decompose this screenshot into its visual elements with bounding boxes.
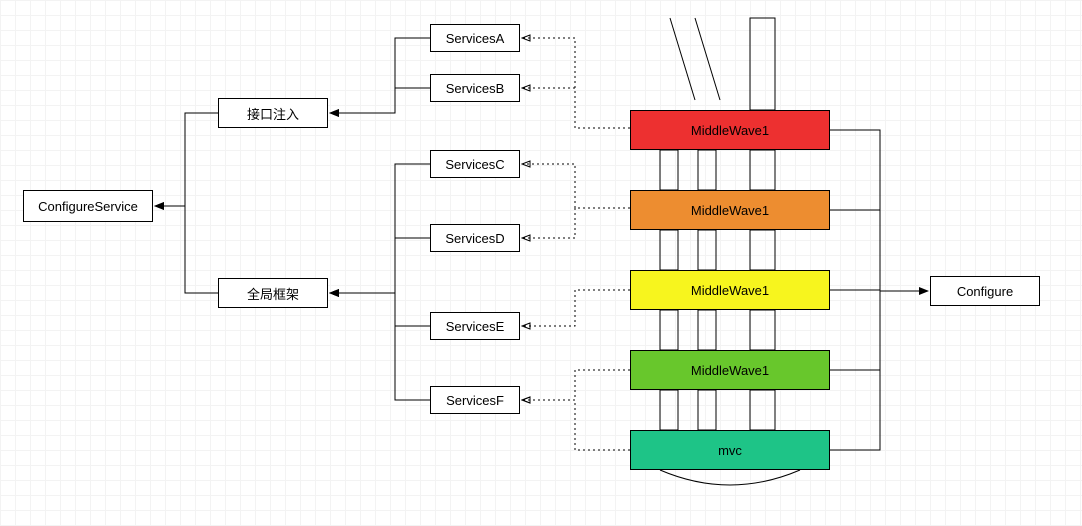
global-framework-node: 全局框架	[218, 278, 328, 308]
diagram-edges	[0, 0, 1082, 526]
middleware-1-node: MiddleWave1	[630, 110, 830, 150]
middleware-3-node: MiddleWave1	[630, 270, 830, 310]
middleware-2-node: MiddleWave1	[630, 190, 830, 230]
interface-injection-node: 接口注入	[218, 98, 328, 128]
services-c-node: ServicesC	[430, 150, 520, 178]
services-a-node: ServicesA	[430, 24, 520, 52]
middleware-4-node: MiddleWave1	[630, 350, 830, 390]
configure-service-node: ConfigureService	[23, 190, 153, 222]
middleware-mvc-node: mvc	[630, 430, 830, 470]
services-f-node: ServicesF	[430, 386, 520, 414]
services-b-node: ServicesB	[430, 74, 520, 102]
services-d-node: ServicesD	[430, 224, 520, 252]
services-e-node: ServicesE	[430, 312, 520, 340]
configure-node: Configure	[930, 276, 1040, 306]
